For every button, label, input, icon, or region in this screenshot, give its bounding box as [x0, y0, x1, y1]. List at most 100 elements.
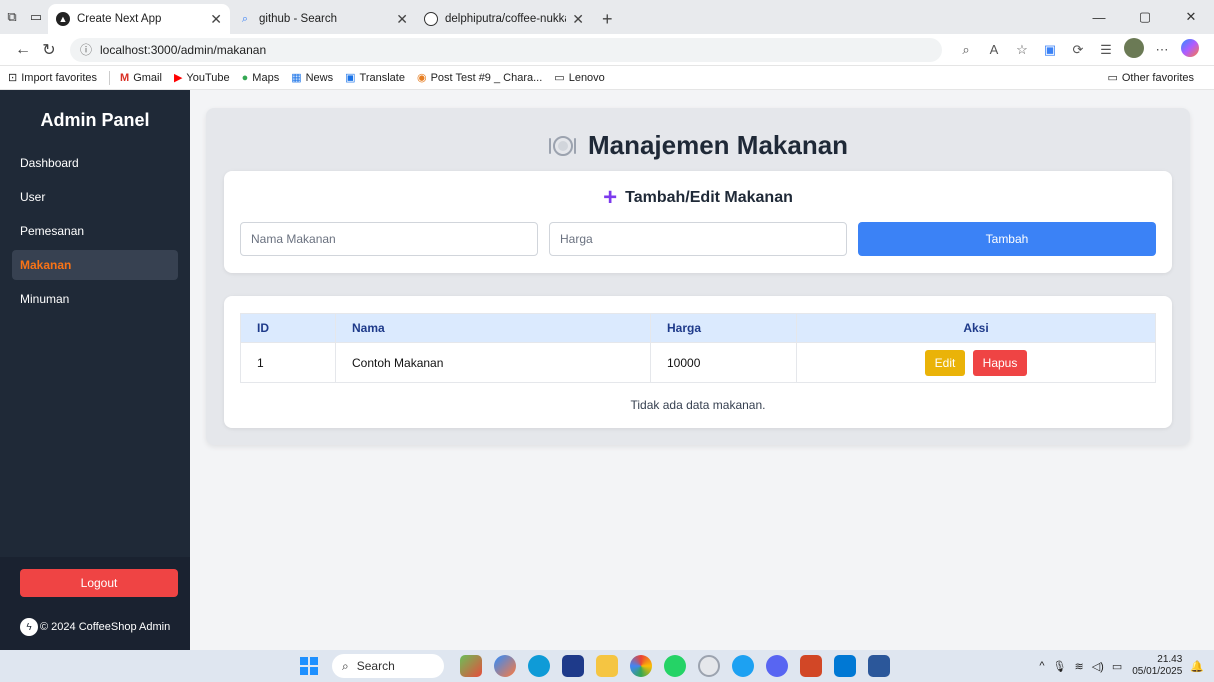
- info-icon[interactable]: ⓘ: [80, 41, 92, 58]
- add-button[interactable]: Tambah: [858, 222, 1156, 256]
- edit-button[interactable]: Edit: [924, 349, 966, 376]
- chevron-up-icon[interactable]: ^: [1039, 660, 1044, 672]
- favorite-youtube[interactable]: ▶ YouTube: [174, 71, 230, 85]
- more-icon[interactable]: ⋯: [1148, 42, 1176, 58]
- close-window-icon[interactable]: ✕: [1168, 9, 1214, 25]
- sidebar-item-makanan[interactable]: Makanan: [12, 250, 178, 280]
- food-form: + Tambah/Edit Makanan Tambah: [224, 171, 1172, 273]
- tab-title: github - Search: [259, 13, 337, 25]
- address-bar: ← ↻ ⓘ localhost:3000/admin/makanan ⌕ A ☆…: [0, 34, 1214, 66]
- discord-icon[interactable]: [766, 655, 788, 677]
- sidebar-item-user[interactable]: User: [12, 182, 178, 212]
- taskbar-apps: ⌕ Search: [300, 650, 902, 682]
- window-controls: — ▢ ✕: [1076, 0, 1214, 34]
- windows-taskbar: ⌕ Search ^ 🎙 ≋ ◁) ▭ 21.43 05/01/2025 🔔: [0, 650, 1214, 682]
- table-header-row: ID Nama Harga Aksi: [240, 313, 1156, 343]
- favorite-label: Maps: [252, 71, 280, 84]
- store-icon[interactable]: [562, 655, 584, 677]
- close-tab-icon[interactable]: ✕: [396, 11, 408, 28]
- divider: [109, 70, 111, 85]
- blue-app-icon[interactable]: [732, 655, 754, 677]
- extensions-icon[interactable]: ⟳: [1064, 42, 1092, 58]
- price-input[interactable]: [549, 222, 847, 256]
- clock-time: 21.43: [1157, 654, 1183, 665]
- favorite-import[interactable]: ⊡ Import favorites: [8, 71, 97, 85]
- import-icon: ⊡: [8, 72, 18, 84]
- wifi-icon[interactable]: ≋: [1074, 660, 1083, 673]
- new-tab-button[interactable]: +: [592, 4, 623, 34]
- copilot-icon[interactable]: [1176, 39, 1204, 60]
- notification-bell-icon[interactable]: 🔔: [1190, 660, 1204, 673]
- battery-icon[interactable]: ▭: [1112, 660, 1122, 673]
- sidebar-item-pemesanan[interactable]: Pemesanan: [12, 216, 178, 246]
- tab-actions-icon[interactable]: ▭: [24, 0, 48, 34]
- form-title: + Tambah/Edit Makanan: [224, 186, 1172, 210]
- powerpoint-icon[interactable]: [800, 655, 822, 677]
- tab-coffee-nukka[interactable]: delphiputra/coffee-nukka ✕: [416, 4, 592, 34]
- translate-page-icon[interactable]: ▣: [1036, 42, 1064, 58]
- back-icon[interactable]: ←: [10, 41, 36, 59]
- favorites-icon[interactable]: ☰: [1092, 42, 1120, 58]
- windows-start-icon[interactable]: [300, 657, 318, 675]
- tab-title: Create Next App: [77, 13, 162, 25]
- favorite-lenovo[interactable]: ▭ Lenovo: [554, 71, 605, 85]
- zoom-icon[interactable]: ⌕: [952, 42, 980, 58]
- cell-name: Contoh Makanan: [335, 342, 651, 383]
- profile-avatar[interactable]: [1120, 38, 1148, 61]
- favorite-maps[interactable]: ● Maps: [242, 72, 280, 84]
- site-icon: ◉: [416, 72, 427, 84]
- microphone-icon[interactable]: 🎙: [1053, 660, 1067, 673]
- nextjs-icon: ▲: [56, 12, 70, 26]
- whatsapp-icon[interactable]: [664, 655, 686, 677]
- favorite-label: Post Test #9 _ Chara...: [430, 71, 543, 84]
- word-icon[interactable]: [868, 655, 890, 677]
- close-tab-icon[interactable]: ✕: [210, 11, 222, 28]
- column-header-nama: Nama: [335, 313, 651, 343]
- tab-create-next-app[interactable]: ▲ Create Next App ✕: [48, 4, 230, 34]
- delete-button[interactable]: Hapus: [972, 349, 1028, 376]
- read-aloud-icon[interactable]: A: [980, 42, 1008, 57]
- tab-github-search[interactable]: ⌕ github - Search ✕: [230, 4, 416, 34]
- tab-title: delphiputra/coffee-nukka: [445, 13, 567, 25]
- favorite-news[interactable]: ▦ News: [291, 71, 333, 85]
- copilot-app-icon[interactable]: [494, 655, 516, 677]
- empty-message: Tidak ada data makanan.: [630, 398, 766, 412]
- logout-button[interactable]: Logout: [20, 569, 178, 597]
- favorite-star-icon[interactable]: ☆: [1008, 42, 1036, 58]
- sidebar-menu: Dashboard User Pemesanan Makanan Minuman: [0, 148, 190, 314]
- url-text: localhost:3000/admin/makanan: [100, 42, 267, 57]
- plate-cutlery-icon: [548, 135, 576, 157]
- other-favorites[interactable]: ▭ Other favorites: [1107, 71, 1194, 85]
- vscode-icon[interactable]: [834, 655, 856, 677]
- edge-icon[interactable]: [528, 655, 550, 677]
- widgets-icon[interactable]: [460, 655, 482, 677]
- url-field[interactable]: ⓘ localhost:3000/admin/makanan: [70, 37, 942, 62]
- chrome-icon[interactable]: [630, 655, 652, 677]
- github-icon: [424, 12, 438, 26]
- taskbar-search[interactable]: ⌕ Search: [332, 654, 444, 678]
- volume-icon[interactable]: ◁): [1092, 660, 1104, 673]
- food-table-card: ID Nama Harga Aksi 1 Contoh Makanan 1000…: [224, 296, 1172, 428]
- clock[interactable]: 21.43 05/01/2025: [1132, 654, 1182, 678]
- clock-date: 05/01/2025: [1132, 666, 1183, 677]
- file-explorer-icon[interactable]: [596, 655, 618, 677]
- refresh-icon[interactable]: ↻: [36, 40, 62, 60]
- restore-icon[interactable]: ▢: [1122, 9, 1168, 25]
- close-tab-icon[interactable]: ✕: [572, 11, 584, 28]
- food-name-input[interactable]: [240, 222, 538, 256]
- lightning-icon[interactable]: ϟ: [20, 618, 38, 636]
- form-title-text: Tambah/Edit Makanan: [625, 189, 793, 206]
- translate-icon: ▣: [345, 72, 356, 84]
- favorite-translate[interactable]: ▣ Translate: [345, 71, 405, 85]
- app-circle-icon[interactable]: [698, 655, 720, 677]
- column-header-harga: Harga: [650, 313, 797, 343]
- folder-icon: ▭: [1107, 72, 1118, 84]
- workspaces-icon[interactable]: ⧉: [0, 0, 24, 34]
- sidebar-title: Admin Panel: [40, 110, 150, 130]
- other-favorites-label: Other favorites: [1121, 71, 1194, 84]
- minimize-icon[interactable]: —: [1076, 10, 1122, 25]
- sidebar-item-dashboard[interactable]: Dashboard: [12, 148, 178, 178]
- sidebar-item-minuman[interactable]: Minuman: [12, 284, 178, 314]
- favorite-gmail[interactable]: M Gmail: [120, 72, 162, 84]
- favorite-post-test[interactable]: ◉ Post Test #9 _ Chara...: [416, 71, 543, 85]
